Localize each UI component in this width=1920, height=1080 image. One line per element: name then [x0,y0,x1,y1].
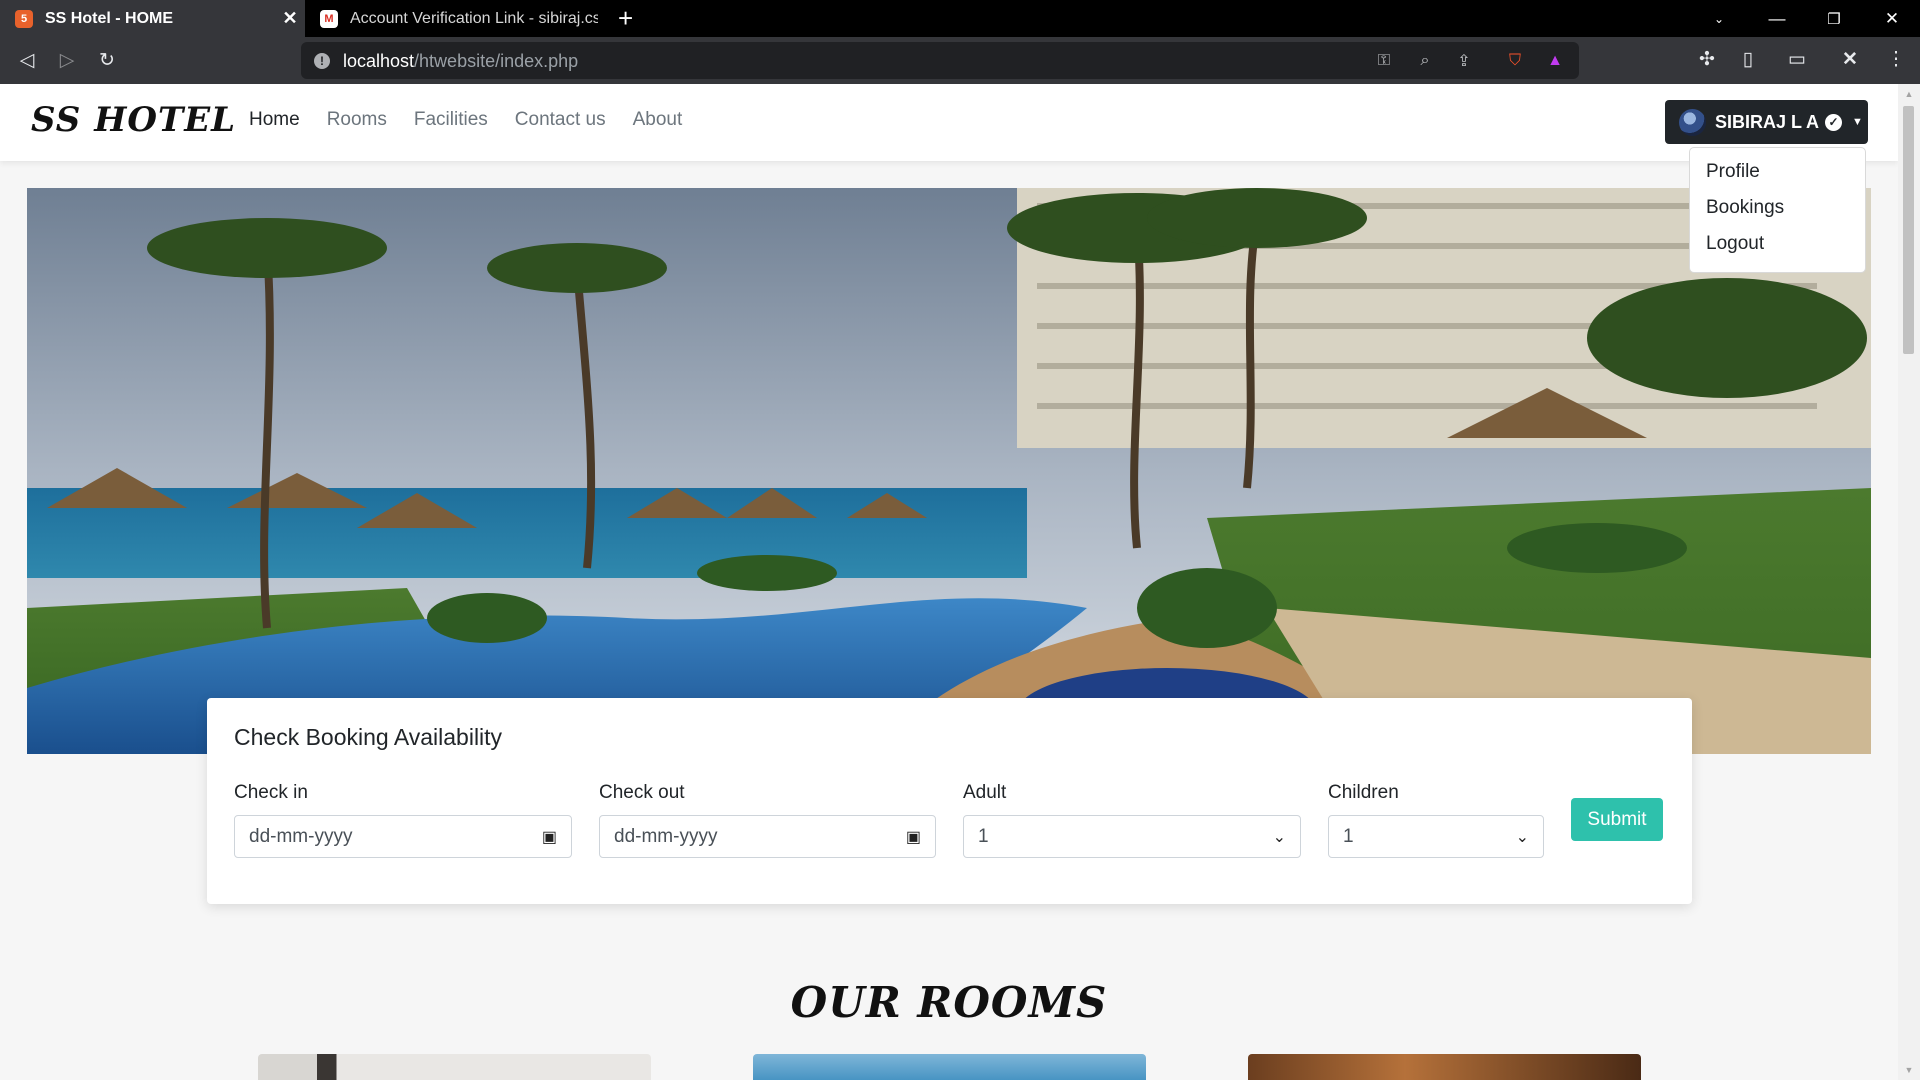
children-value: 1 [1343,825,1354,847]
adult-value: 1 [978,825,989,847]
checkin-date-input[interactable]: dd-mm-yyyy ▣ [234,815,572,858]
checkin-group: Check in dd-mm-yyyy ▣ [234,782,572,858]
wallet-icon[interactable]: ▭ [1783,45,1811,73]
calendar-icon[interactable]: ▣ [542,827,557,847]
web-page: SS HOTEL Home Rooms Facilities Contact u… [0,84,1898,1080]
menu-icon[interactable]: ⋮ [1882,45,1910,73]
back-icon[interactable]: ◁ [12,45,42,75]
close-tab-icon[interactable]: ✕ [275,8,305,29]
site-logo[interactable]: SS HOTEL [31,100,236,140]
brave-rewards-icon[interactable]: ▲ [1544,50,1566,72]
tab-title: Account Verification Link - sibiraj.cs21 [350,9,598,27]
chevron-down-icon: ⌄ [1272,828,1286,846]
nav-home[interactable]: Home [249,109,300,131]
checkout-date-input[interactable]: dd-mm-yyyy ▣ [599,815,936,858]
children-group: Children 1 ⌄ [1328,782,1544,858]
user-dropdown-menu: Profile Bookings Logout [1689,147,1866,273]
browser-toolbar: ◁ ▷ ↻ ! localhost/htwebsite/index.php ⚿ … [0,37,1920,84]
html-favicon-icon: 5 [15,9,33,28]
tab-search-icon[interactable]: ⌄ [1691,0,1747,37]
check-circle-icon: ✓ [1825,113,1843,131]
adult-select[interactable]: 1 ⌄ [963,815,1301,858]
restore-button[interactable]: ❐ [1806,0,1862,37]
adult-group: Adult 1 ⌄ [963,782,1301,858]
vpn-icon[interactable]: ✕ [1836,45,1864,73]
calendar-icon[interactable]: ▣ [906,827,921,847]
children-select[interactable]: 1 ⌄ [1328,815,1544,858]
checkin-label: Check in [234,782,308,803]
url-text: localhost/htwebsite/index.php [343,51,579,71]
site-navbar: SS HOTEL Home Rooms Facilities Contact u… [0,84,1898,161]
children-label: Children [1328,782,1399,803]
user-menu-button[interactable]: SIBIRAJ L A ✓ ▼ [1665,100,1868,144]
forward-icon[interactable]: ▷ [52,45,82,75]
extensions-icon[interactable]: ✣ [1693,45,1721,73]
gmail-icon: M [320,9,338,28]
room-card-image[interactable] [258,1054,651,1080]
minimize-button[interactable]: — [1749,0,1805,37]
adult-label: Adult [963,782,1007,803]
brave-shield-icon[interactable]: ⛉ [1504,50,1526,72]
resort-pool-illustration [27,188,1871,754]
menu-item-logout[interactable]: Logout [1690,230,1865,266]
our-rooms-heading: OUR ROOMS [790,978,1108,1027]
checkout-group: Check out dd-mm-yyyy ▣ [599,782,936,858]
avatar [1679,108,1706,136]
room-card-image[interactable] [753,1054,1146,1080]
site-info-icon[interactable]: ! [314,53,330,69]
nav-contact-us[interactable]: Contact us [515,109,606,131]
nav-facilities[interactable]: Facilities [414,109,488,131]
checkout-label: Check out [599,782,685,803]
menu-item-bookings[interactable]: Bookings [1690,194,1865,230]
checkin-placeholder: dd-mm-yyyy [249,825,353,847]
sidebar-icon[interactable]: ▯ [1734,45,1762,73]
share-icon[interactable]: ⇪ [1453,50,1475,72]
key-icon[interactable]: ⚿ [1373,50,1395,72]
scroll-up-icon[interactable]: ▲ [1898,86,1920,102]
nav-about[interactable]: About [633,109,683,131]
tab-title: SS Hotel - HOME [45,9,174,27]
scrollbar-thumb[interactable] [1903,106,1914,354]
room-card-image[interactable] [1248,1054,1641,1080]
browser-tab-bar: 5 SS Hotel - HOME ✕ M Account Verificati… [0,0,1920,37]
checkout-placeholder: dd-mm-yyyy [614,825,718,847]
user-name: SIBIRAJ L A [1715,111,1820,132]
new-tab-button[interactable]: + [618,4,633,32]
hero-image [27,188,1871,754]
tab-ss-hotel[interactable]: 5 SS Hotel - HOME ✕ [0,0,305,37]
zoom-icon[interactable]: ⌕ [1414,50,1436,72]
nav-rooms[interactable]: Rooms [327,109,387,131]
booking-availability-card: Check Booking Availability Check in dd-m… [207,698,1692,904]
caret-down-icon: ▼ [1852,116,1863,128]
address-bar[interactable]: ! localhost/htwebsite/index.php ⚿ ⌕ ⇪ ⛉ … [301,42,1579,79]
chevron-down-icon: ⌄ [1515,828,1529,846]
booking-title: Check Booking Availability [234,724,503,750]
menu-item-profile[interactable]: Profile [1690,158,1865,194]
scroll-down-icon[interactable]: ▼ [1898,1062,1920,1078]
close-window-button[interactable]: ✕ [1864,0,1920,37]
page-scrollbar[interactable]: ▲ ▼ [1898,84,1920,1080]
tab-gmail[interactable]: M Account Verification Link - sibiraj.cs… [305,0,598,37]
submit-button[interactable]: Submit [1571,798,1663,841]
nav-links: Home Rooms Facilities Contact us About [249,109,682,131]
reload-icon[interactable]: ↻ [92,45,122,75]
